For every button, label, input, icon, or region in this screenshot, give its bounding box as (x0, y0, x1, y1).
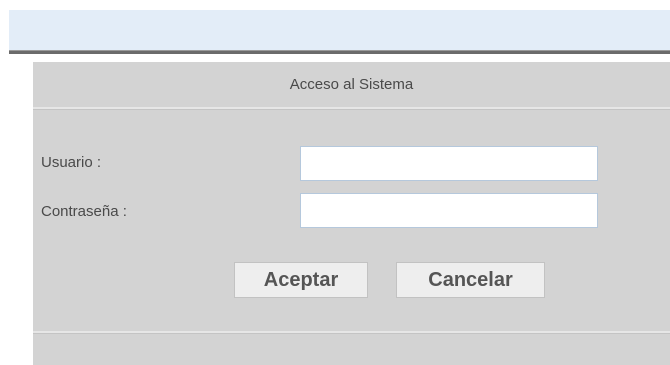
title-divider (33, 107, 670, 110)
username-label: Usuario : (41, 154, 102, 171)
username-input[interactable] (300, 146, 598, 181)
login-panel: Acceso al Sistema Usuario : Contraseña :… (33, 62, 670, 365)
header-gap (9, 54, 670, 62)
panel-title: Acceso al Sistema (289, 76, 414, 93)
header-band (9, 10, 670, 50)
accept-button[interactable]: Aceptar (234, 262, 368, 298)
password-input[interactable] (300, 193, 598, 228)
password-label: Contraseña : (41, 203, 127, 220)
cancel-button[interactable]: Cancelar (396, 262, 545, 298)
bottom-divider (33, 331, 670, 334)
